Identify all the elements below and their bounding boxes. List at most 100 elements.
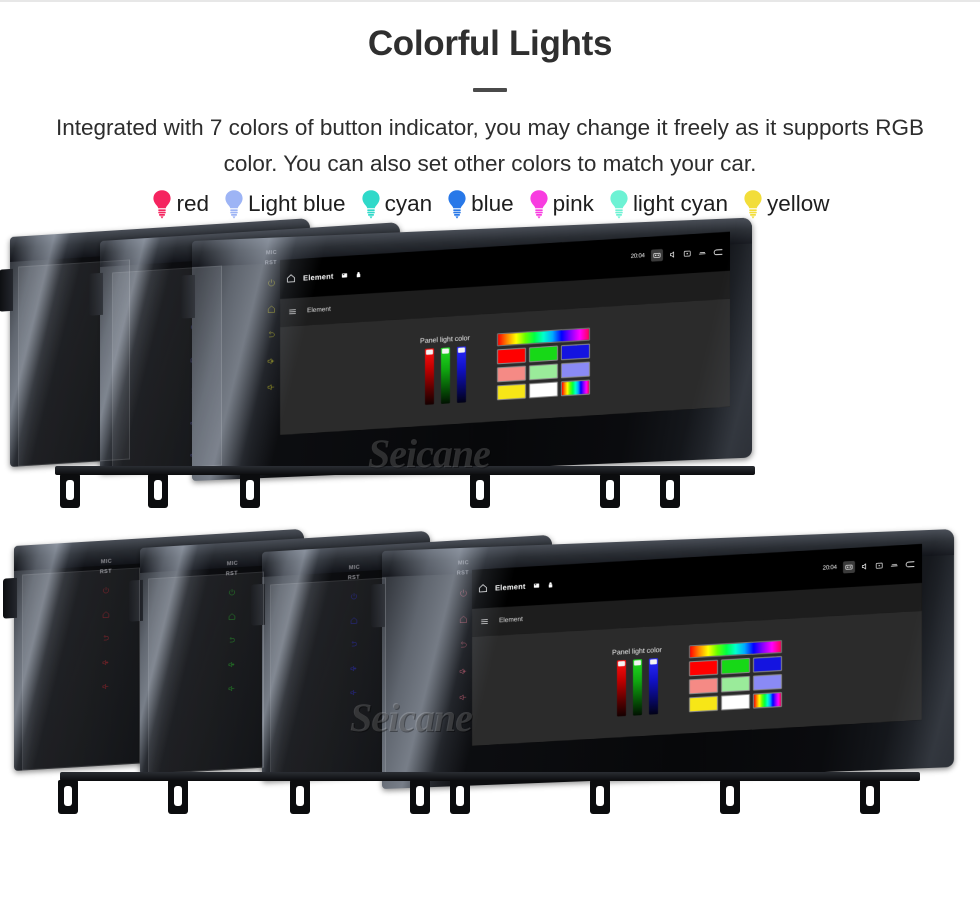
volume-down-key[interactable] xyxy=(459,692,468,701)
swatch-rainbow-bar[interactable] xyxy=(688,639,782,659)
green-slider[interactable] xyxy=(632,659,642,716)
volume-up-icon[interactable] xyxy=(350,664,358,672)
power-key[interactable] xyxy=(267,278,276,287)
swatch-1-2[interactable] xyxy=(560,343,590,361)
swatch-3-2[interactable] xyxy=(560,379,590,397)
android-touchscreen[interactable]: Element 20:04 Element Panel light color xyxy=(280,231,730,436)
swatch-2-1[interactable] xyxy=(720,675,750,693)
swatch-1-1[interactable] xyxy=(720,657,750,675)
home-key[interactable] xyxy=(102,610,110,618)
swatch-2-0[interactable] xyxy=(688,677,718,695)
swatch-1-2[interactable] xyxy=(752,655,782,673)
display-icon[interactable] xyxy=(875,561,884,570)
blue-slider[interactable] xyxy=(648,658,658,715)
volume-down-key[interactable] xyxy=(267,382,276,391)
green-slider[interactable] xyxy=(440,347,450,405)
statusbar-home-icon[interactable] xyxy=(286,273,296,284)
swatch-2-0[interactable] xyxy=(496,365,526,383)
back-arrow-icon[interactable] xyxy=(904,559,918,569)
volume-down-icon[interactable] xyxy=(102,682,110,690)
back-icon[interactable] xyxy=(267,330,276,339)
usb-icon[interactable] xyxy=(355,271,362,278)
volume-up-key[interactable] xyxy=(102,658,110,666)
swatch-2-2[interactable] xyxy=(752,673,782,691)
hamburger-menu-icon[interactable] xyxy=(288,307,297,317)
power-key[interactable] xyxy=(350,592,358,600)
volume-up-icon[interactable] xyxy=(267,356,276,365)
android-touchscreen[interactable]: Element 20:04 Element Panel light color xyxy=(472,543,922,746)
volume-up-key[interactable] xyxy=(267,356,276,365)
statusbar-screenshot-button[interactable] xyxy=(842,561,855,574)
display-icon[interactable] xyxy=(683,249,692,258)
power-key[interactable] xyxy=(102,586,110,594)
volume-up-icon[interactable] xyxy=(459,666,468,675)
volume-down-icon[interactable] xyxy=(228,684,236,692)
volume-down-key[interactable] xyxy=(228,684,236,692)
sdcard-icon[interactable] xyxy=(341,272,348,279)
back-key[interactable] xyxy=(267,330,276,339)
slider-knob[interactable] xyxy=(441,348,449,355)
mute-icon[interactable] xyxy=(861,562,870,571)
power-icon[interactable] xyxy=(350,592,358,600)
back-key[interactable] xyxy=(102,634,110,642)
back-key[interactable] xyxy=(350,640,358,648)
volume-up-icon[interactable] xyxy=(102,658,110,666)
power-icon[interactable] xyxy=(228,588,236,596)
screenshot-icon[interactable] xyxy=(653,251,661,260)
slider-knob[interactable] xyxy=(649,659,657,665)
mute-icon[interactable] xyxy=(669,250,678,259)
swatch-1-0[interactable] xyxy=(688,659,718,677)
red-slider[interactable] xyxy=(424,348,434,406)
power-key[interactable] xyxy=(459,588,468,597)
back-icon[interactable] xyxy=(102,634,110,642)
volume-down-icon[interactable] xyxy=(350,688,358,696)
volume-down-icon[interactable] xyxy=(267,382,276,391)
back-icon[interactable] xyxy=(459,640,468,649)
swatch-1-1[interactable] xyxy=(528,345,558,363)
swatch-2-1[interactable] xyxy=(528,363,558,381)
back-icon[interactable] xyxy=(228,636,236,644)
home-icon[interactable] xyxy=(350,616,358,624)
back-icon[interactable] xyxy=(350,640,358,648)
volume-down-key[interactable] xyxy=(350,688,358,696)
back-key[interactable] xyxy=(228,636,236,644)
swatch-3-1[interactable] xyxy=(528,381,558,399)
statusbar-home-icon[interactable] xyxy=(478,583,488,594)
red-slider[interactable] xyxy=(616,659,626,717)
swatch-3-1[interactable] xyxy=(720,693,750,711)
usb-icon[interactable] xyxy=(547,581,554,588)
volume-down-icon[interactable] xyxy=(459,692,468,701)
slider-knob[interactable] xyxy=(425,349,433,356)
volume-up-key[interactable] xyxy=(228,660,236,668)
volume-up-key[interactable] xyxy=(459,666,468,675)
home-icon[interactable] xyxy=(228,612,236,620)
home-key[interactable] xyxy=(228,612,236,620)
swatch-3-2[interactable] xyxy=(752,691,782,709)
power-icon[interactable] xyxy=(459,588,468,597)
blue-slider[interactable] xyxy=(456,346,466,404)
back-key[interactable] xyxy=(459,640,468,649)
swatch-1-0[interactable] xyxy=(496,347,526,365)
home-key[interactable] xyxy=(267,304,276,313)
sdcard-icon[interactable] xyxy=(533,582,540,589)
home-key[interactable] xyxy=(350,616,358,624)
statusbar-screenshot-button[interactable] xyxy=(650,249,663,262)
power-icon[interactable] xyxy=(267,278,276,287)
eject-icon[interactable] xyxy=(698,248,707,257)
hamburger-menu-icon[interactable] xyxy=(480,617,489,627)
home-icon[interactable] xyxy=(267,304,276,313)
back-arrow-icon[interactable] xyxy=(712,246,726,256)
slider-knob[interactable] xyxy=(457,347,465,354)
slider-knob[interactable] xyxy=(617,660,625,667)
power-key[interactable] xyxy=(228,588,236,596)
volume-up-icon[interactable] xyxy=(228,660,236,668)
volume-down-key[interactable] xyxy=(102,682,110,690)
home-key[interactable] xyxy=(459,614,468,623)
screenshot-icon[interactable] xyxy=(845,563,853,571)
volume-up-key[interactable] xyxy=(350,664,358,672)
power-icon[interactable] xyxy=(102,586,110,594)
swatch-3-0[interactable] xyxy=(496,383,526,401)
home-icon[interactable] xyxy=(459,614,468,623)
home-icon[interactable] xyxy=(102,610,110,618)
swatch-3-0[interactable] xyxy=(688,695,718,713)
